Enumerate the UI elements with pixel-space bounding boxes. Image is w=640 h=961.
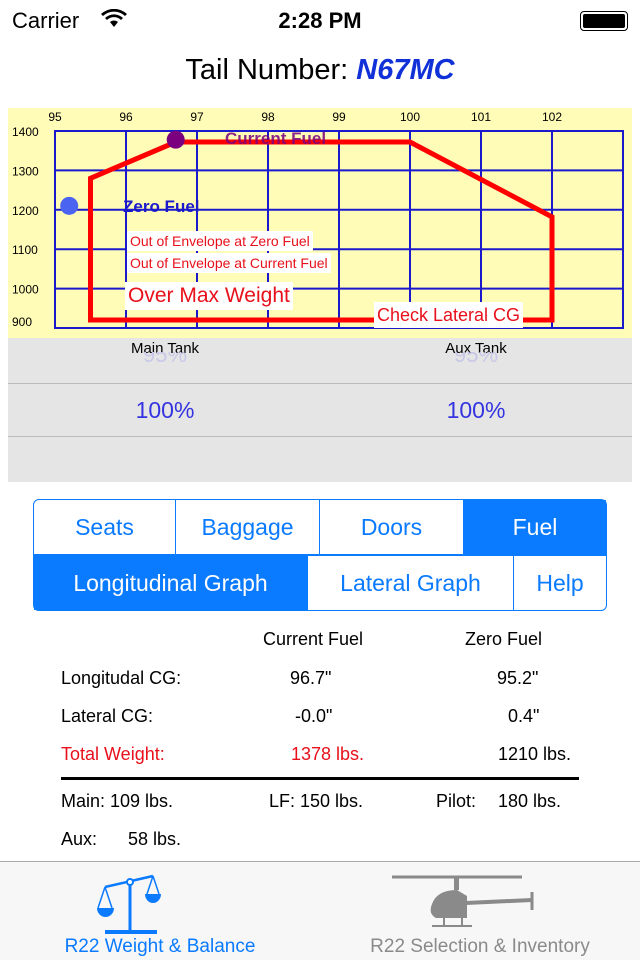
- warning-lateral-cg: Check Lateral CG: [374, 302, 524, 328]
- tab-label: R22 Selection & Inventory: [370, 936, 590, 957]
- tab-longitudinal-graph[interactable]: Longitudinal Graph: [34, 556, 308, 610]
- pilot-weight: 180 lbs.: [498, 791, 562, 811]
- tail-number: N67MC: [356, 54, 455, 86]
- current-fuel-label: Current Fuel: [225, 129, 327, 148]
- helicopter-icon: [392, 875, 534, 927]
- main-tank-value[interactable]: 100%: [65, 397, 265, 424]
- x-tick-label: 100: [400, 110, 420, 124]
- main-tank-prev-option[interactable]: 95%: [65, 352, 265, 368]
- tab-weight-balance[interactable]: R22 Weight & Balance: [0, 862, 320, 961]
- tab-fuel[interactable]: Fuel: [464, 500, 606, 554]
- x-tick-label: 97: [190, 110, 204, 124]
- tab-baggage[interactable]: Baggage: [176, 500, 320, 554]
- lf-weight: LF: 150 lbs.: [269, 791, 364, 811]
- tail-label: Tail Number:: [185, 54, 349, 86]
- tab-help[interactable]: Help: [514, 556, 606, 610]
- divider: [61, 777, 579, 780]
- row-zero: 1210 lbs.: [498, 744, 572, 764]
- row-current: 1378 lbs.: [291, 744, 365, 764]
- main-weight: Main: 109 lbs.: [61, 791, 174, 811]
- scale-icon: [97, 874, 161, 934]
- row-label: Total Weight:: [61, 744, 165, 764]
- tab-selection-inventory[interactable]: R22 Selection & Inventory: [320, 862, 640, 961]
- battery-icon: [580, 11, 628, 31]
- clock: 2:28 PM: [278, 8, 362, 33]
- tab-label: R22 Weight & Balance: [64, 936, 256, 957]
- y-tick-label: 1200: [12, 204, 39, 218]
- row-zero: 0.4": [508, 706, 540, 726]
- warning-zero-fuel: Out of Envelope at Zero Fuel: [127, 231, 313, 251]
- y-tick-label: 1100: [12, 243, 38, 257]
- aux-tank-value[interactable]: 100%: [376, 397, 576, 424]
- x-tick-label: 102: [542, 110, 562, 124]
- aux-weight: 58 lbs.: [128, 829, 182, 849]
- y-tick-label: 1300: [12, 164, 39, 178]
- tab-seats[interactable]: Seats: [34, 500, 176, 554]
- x-tick-label: 101: [471, 110, 491, 124]
- pilot-label: Pilot:: [436, 791, 477, 811]
- aux-tank-prev-option[interactable]: 95%: [376, 352, 576, 368]
- page-title: Tail Number: N67MC: [0, 54, 640, 87]
- cg-point: [166, 130, 185, 149]
- status-bar: Carrier 2:28 PM: [0, 0, 640, 40]
- fuel-tank-picker[interactable]: Main Tank Aux Tank 95% 95% 100% 100%: [8, 338, 632, 482]
- y-tick-label: 1000: [12, 283, 39, 297]
- x-tick-label: 98: [261, 110, 275, 124]
- row-label: Lateral CG:: [61, 706, 154, 726]
- picker-divider: [8, 383, 632, 384]
- aux-label: Aux:: [61, 829, 98, 849]
- y-tick-label: 1400: [12, 125, 39, 139]
- tab-lateral-graph[interactable]: Lateral Graph: [308, 556, 514, 610]
- x-tick-label: 99: [332, 110, 346, 124]
- col-zero-fuel: Zero Fuel: [465, 629, 543, 649]
- row-current: -0.0": [295, 706, 333, 726]
- warning-current-fuel: Out of Envelope at Current Fuel: [127, 253, 331, 273]
- col-current-fuel: Current Fuel: [263, 629, 364, 649]
- x-tick-label: 95: [48, 110, 62, 124]
- y-tick-label: 900: [12, 315, 32, 329]
- cg-point: [60, 196, 79, 215]
- zero-fuel-label: Zero Fuel: [123, 197, 200, 216]
- row-zero: 95.2": [497, 668, 539, 688]
- section-segmented-control[interactable]: Seats Baggage Doors Fuel: [33, 499, 607, 555]
- picker-divider: [8, 436, 632, 437]
- tab-bar: R22 Weight & Balance R22 Selection & Inv…: [0, 861, 640, 960]
- row-label: Longitudal CG:: [61, 668, 182, 688]
- row-current: 96.7": [290, 668, 332, 688]
- x-tick-label: 96: [119, 110, 133, 124]
- graph-segmented-control[interactable]: Longitudinal Graph Lateral Graph Help: [33, 555, 607, 611]
- warning-max-weight: Over Max Weight: [125, 282, 293, 310]
- tab-doors[interactable]: Doors: [320, 500, 464, 554]
